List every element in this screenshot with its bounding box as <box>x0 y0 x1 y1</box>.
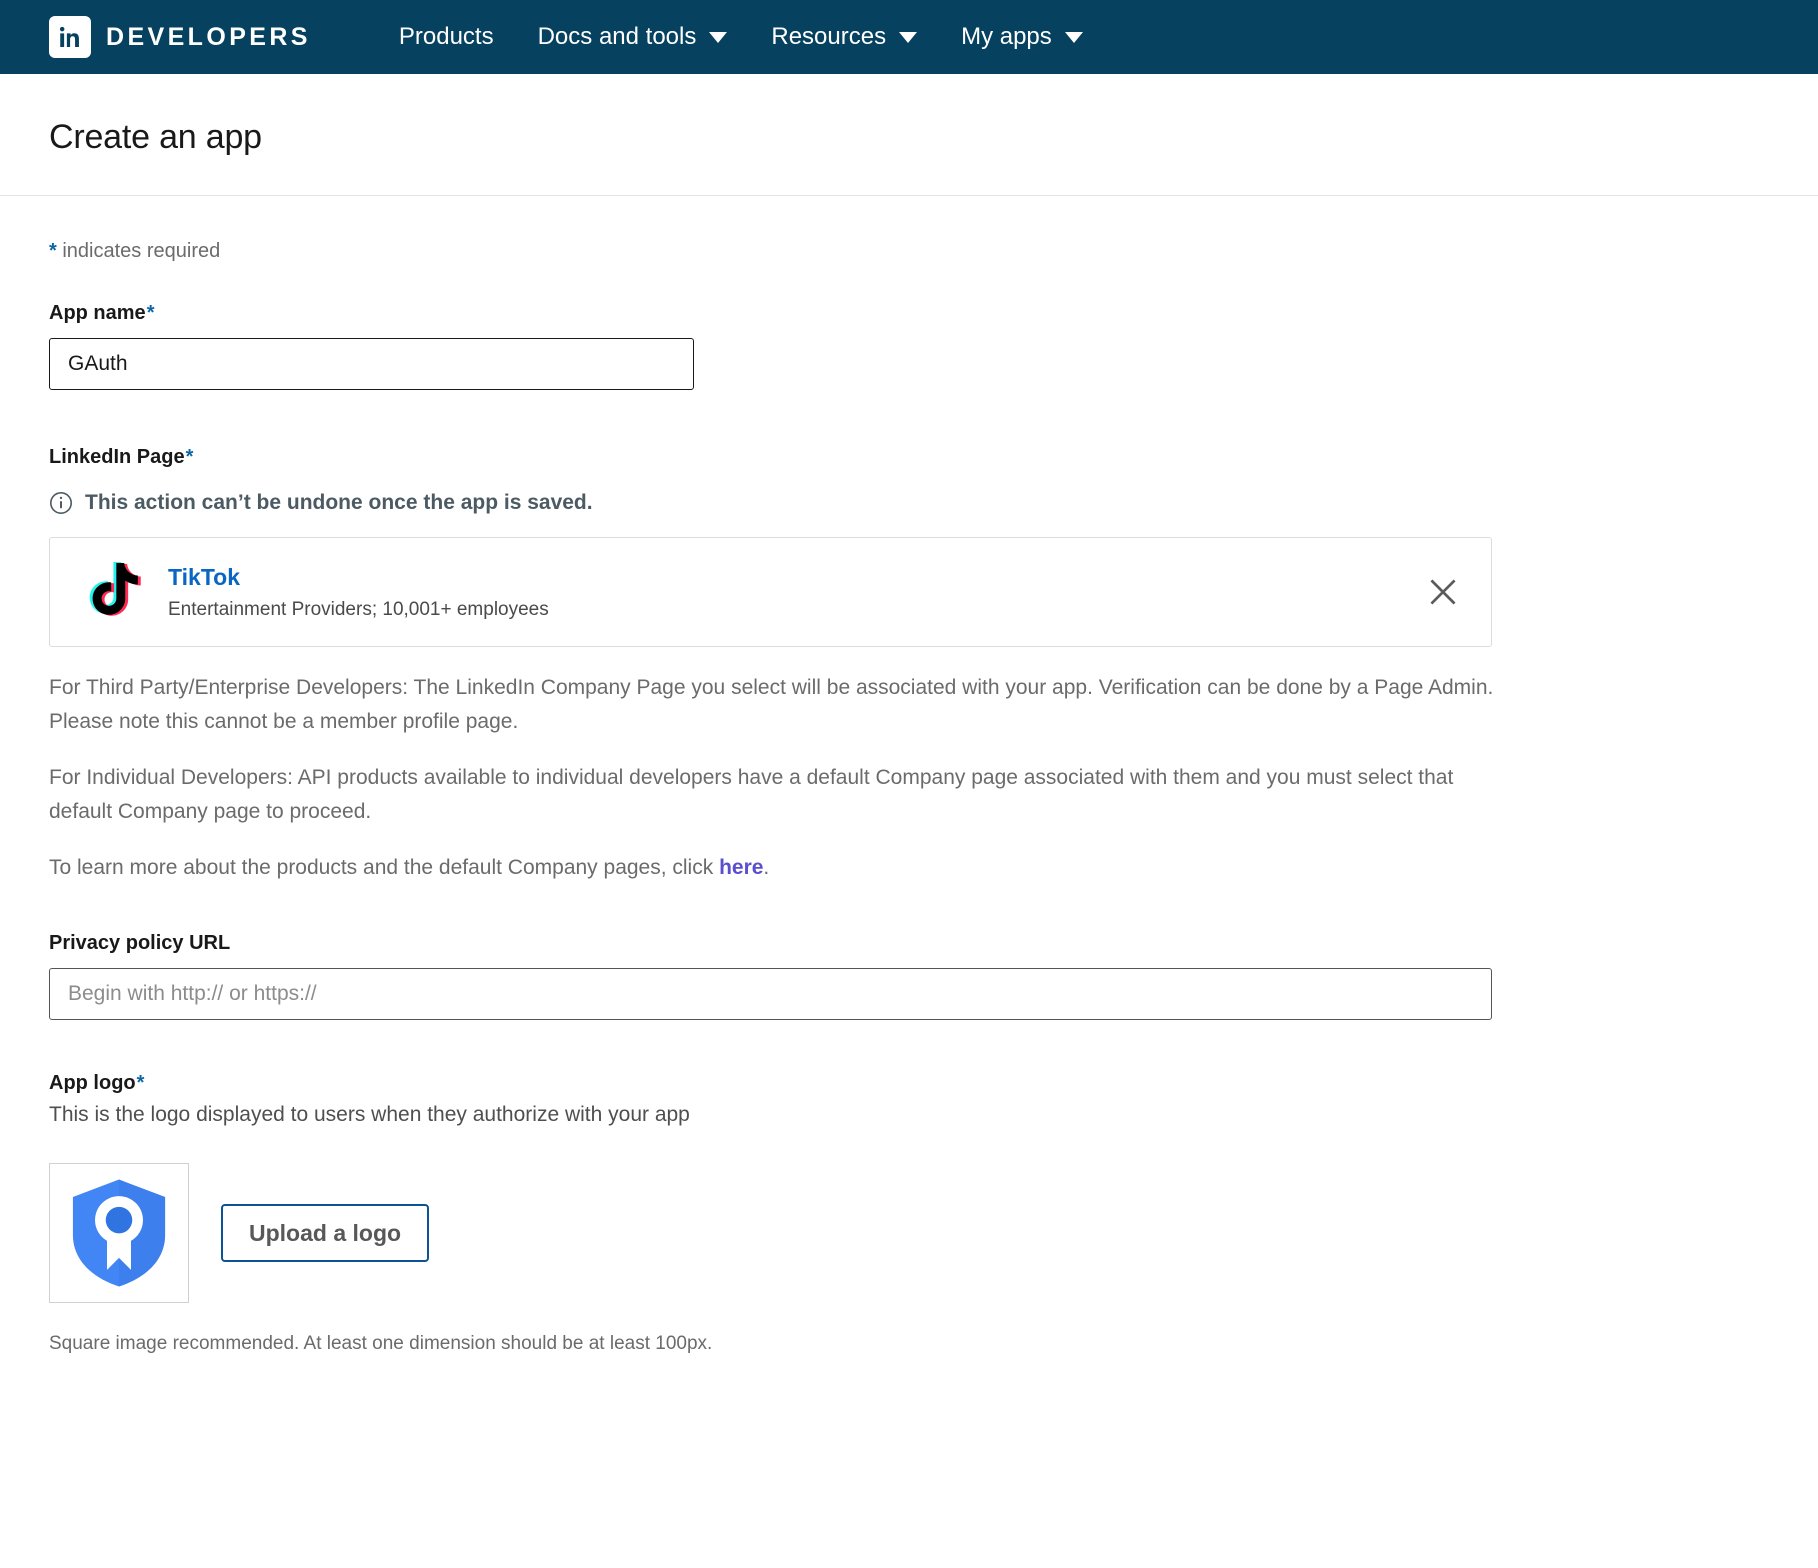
close-icon <box>1430 579 1456 605</box>
privacy-policy-input[interactable] <box>49 968 1492 1021</box>
upload-logo-button[interactable]: Upload a logo <box>221 1204 430 1263</box>
page-header: Create an app <box>0 74 1818 196</box>
nav-item-products[interactable]: Products <box>377 23 516 51</box>
shield-badge-icon <box>72 1179 166 1287</box>
app-logo-row: Upload a logo <box>49 1163 1769 1304</box>
info-circle-icon <box>50 492 72 514</box>
required-asterisk: * <box>146 302 155 324</box>
app-logo-label-text: App logo <box>49 1072 136 1095</box>
brand-home-link[interactable]: DEVELOPERS <box>49 16 311 58</box>
tiktok-logo-icon <box>89 561 141 616</box>
app-logo-description: This is the logo displayed to users when… <box>49 1103 690 1127</box>
linkedin-page-label-text: LinkedIn Page <box>49 446 185 468</box>
top-navbar: DEVELOPERS Products Docs and tools Resou… <box>0 0 1818 74</box>
chevron-down-icon <box>709 31 728 43</box>
app-name-label-text: App name <box>49 302 146 324</box>
app-name-input[interactable] <box>49 338 694 390</box>
nav-item-label: Products <box>398 23 494 50</box>
learn-more-suffix: . <box>763 856 770 880</box>
create-app-form: * indicates required App name* LinkedIn … <box>0 240 1818 1355</box>
remove-company-button[interactable] <box>1423 572 1463 612</box>
help-paragraph-learn-more: To learn more about the products and the… <box>49 851 1497 885</box>
nav-items: Products Docs and tools Resources My app… <box>377 23 1105 51</box>
privacy-policy-label-text: Privacy policy URL <box>49 932 231 955</box>
app-logo-label: App logo* <box>49 1072 1769 1095</box>
required-note: * indicates required <box>49 240 1769 263</box>
nav-item-label: Resources <box>771 23 887 50</box>
privacy-policy-label: Privacy policy URL <box>49 932 1769 955</box>
chevron-down-icon <box>1064 31 1083 43</box>
linkedin-in-icon <box>49 16 91 58</box>
nav-item-my-apps[interactable]: My apps <box>939 23 1105 51</box>
app-name-label: App name* <box>49 302 1769 325</box>
required-note-label: indicates required <box>62 240 221 262</box>
company-meta: TikTok Entertainment Providers; 10,001+ … <box>168 563 1423 621</box>
nav-item-docs-and-tools[interactable]: Docs and tools <box>516 23 750 51</box>
selected-company-card: TikTok Entertainment Providers; 10,001+ … <box>49 537 1492 647</box>
company-name-link[interactable]: TikTok <box>168 563 1423 592</box>
chevron-down-icon <box>899 31 918 43</box>
brand-label: DEVELOPERS <box>106 22 311 51</box>
linkedin-page-label: LinkedIn Page* <box>49 446 1769 469</box>
undo-warning-text: This action can’t be undone once the app… <box>85 491 593 514</box>
here-link[interactable]: here <box>719 856 763 879</box>
undo-warning: This action can’t be undone once the app… <box>49 491 1769 515</box>
nav-item-resources[interactable]: Resources <box>749 23 939 51</box>
app-logo-footnote: Square image recommended. At least one d… <box>49 1333 713 1355</box>
company-subtitle: Entertainment Providers; 10,001+ employe… <box>168 598 549 620</box>
help-paragraph-third-party: For Third Party/Enterprise Developers: T… <box>49 676 1494 734</box>
required-asterisk: * <box>185 446 194 468</box>
help-paragraph-individual: For Individual Developers: API products … <box>49 766 1454 824</box>
page-title: Create an app <box>49 118 262 156</box>
nav-item-label: My apps <box>961 23 1052 50</box>
learn-more-prefix: To learn more about the products and the… <box>49 856 720 880</box>
app-logo-preview <box>49 1163 189 1304</box>
required-asterisk: * <box>136 1072 145 1095</box>
nav-item-label: Docs and tools <box>537 23 697 50</box>
required-asterisk: * <box>49 240 57 262</box>
